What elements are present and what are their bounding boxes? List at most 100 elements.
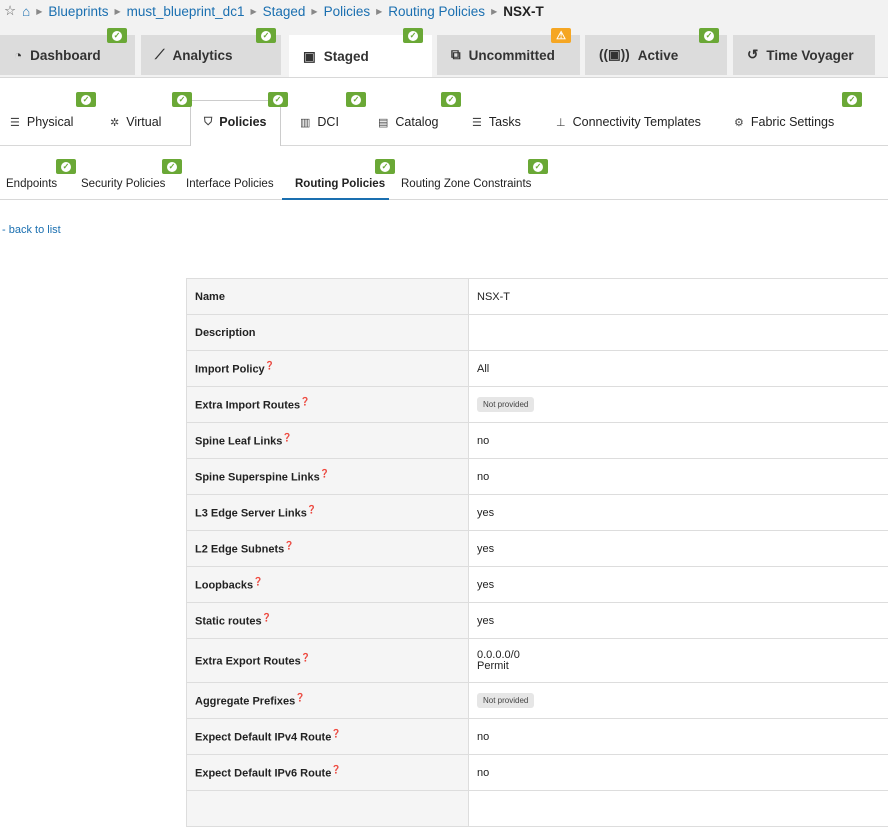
not-provided-badge: Not provided: [477, 693, 534, 708]
subtab-physical[interactable]: ☰Physical: [10, 115, 73, 129]
field-value: 0.0.0.0/0Permit: [469, 639, 888, 683]
field-value: no: [469, 459, 888, 495]
breadcrumb-staged[interactable]: Staged: [263, 4, 306, 19]
field-value: yes: [469, 567, 888, 603]
check-icon: ✓: [273, 95, 283, 105]
policy-tab-interface[interactable]: Interface Policies: [186, 178, 274, 190]
field-label-text: Import Policy: [195, 364, 265, 376]
sitemap-icon: ⊥: [556, 116, 566, 129]
help-icon[interactable]: ❓: [300, 397, 310, 406]
check-icon: ✓: [167, 162, 177, 172]
table-row: Aggregate Prefixes❓Not provided: [187, 683, 888, 719]
subtab-virtual[interactable]: ✲Virtual: [110, 115, 161, 129]
field-value-text: yes: [477, 543, 494, 555]
field-value: no: [469, 755, 888, 791]
field-value: Not provided: [469, 683, 888, 719]
home-icon[interactable]: ⌂: [22, 4, 30, 19]
field-value: NSX-T: [469, 279, 888, 315]
field-label-text: Spine Superspine Links: [195, 472, 320, 484]
help-icon[interactable]: ❓: [262, 613, 272, 622]
help-icon[interactable]: ❓: [301, 653, 311, 662]
subtab-fabric-settings[interactable]: ⚙ Fabric Settings: [734, 115, 834, 129]
table-row: Spine Leaf Links❓no: [187, 423, 888, 459]
table-row: Expect Default IPv4 Route❓ no: [187, 719, 888, 755]
chevron-right-icon: ▶: [376, 7, 382, 16]
status-ok-badge: ✓: [172, 92, 192, 107]
field-value: no: [469, 423, 888, 459]
field-value: Not provided: [469, 387, 888, 423]
subtab-catalog[interactable]: ▤ Catalog: [378, 115, 439, 129]
field-label: Expect Default IPv6 Route❓: [187, 755, 469, 791]
star-icon[interactable]: ☆: [4, 3, 16, 19]
check-icon: ✓: [351, 95, 361, 105]
field-value-action: Permit: [477, 660, 509, 672]
check-icon: ✓: [81, 95, 91, 105]
divider: [0, 77, 888, 78]
table-row: Loopbacks❓yes: [187, 567, 888, 603]
tab-time-voyager[interactable]: ↺Time Voyager: [733, 35, 875, 75]
subtab-connectivity-templates[interactable]: ⊥ Connectivity Templates: [556, 115, 701, 129]
help-icon[interactable]: ❓: [331, 729, 341, 738]
check-icon: ✓: [112, 31, 122, 41]
field-label: L3 Edge Server Links❓: [187, 495, 469, 531]
tab-label: Connectivity Templates: [573, 115, 701, 129]
tab-label: Policies: [219, 115, 266, 129]
field-label: Extra Import Routes❓: [187, 387, 469, 423]
file-lock-icon: ▣: [303, 49, 316, 65]
help-icon[interactable]: ❓: [320, 469, 330, 478]
status-ok-badge: ✓: [56, 159, 76, 174]
field-value: [469, 315, 888, 351]
back-link-label: back to list: [9, 224, 61, 236]
field-value-text: yes: [477, 579, 494, 591]
help-icon[interactable]: ❓: [295, 693, 305, 702]
breadcrumb: ☆ ⌂ ▶ Blueprints▶ must_blueprint_dc1▶ St…: [4, 3, 544, 19]
settings-icon: ⚙: [734, 116, 744, 129]
field-label-text: Name: [195, 291, 225, 303]
field-label-text: Expect Default IPv6 Route: [195, 768, 331, 780]
field-value: yes: [469, 531, 888, 567]
subtab-tasks[interactable]: ☰Tasks: [472, 115, 521, 129]
breadcrumb-policies[interactable]: Policies: [324, 4, 371, 19]
table-row: L2 Edge Subnets❓yes: [187, 531, 888, 567]
field-value: All: [469, 351, 888, 387]
diff-icon: ⧉: [451, 47, 461, 63]
policy-tab-security[interactable]: Security Policies: [81, 178, 165, 190]
help-icon[interactable]: ❓: [282, 433, 292, 442]
subtab-policies[interactable]: ⛉Policies: [204, 115, 267, 129]
policy-tab-endpoints[interactable]: Endpoints: [6, 178, 57, 190]
help-icon[interactable]: ❓: [265, 361, 275, 370]
check-icon: ✓: [533, 162, 543, 172]
divider: [0, 199, 888, 200]
help-icon[interactable]: ❓: [253, 577, 263, 586]
field-label-text: Extra Import Routes: [195, 400, 300, 412]
subtab-dci[interactable]: ▥DCI: [300, 115, 339, 129]
check-icon: ✓: [177, 95, 187, 105]
divider: [0, 145, 190, 146]
policy-tab-routing[interactable]: Routing Policies: [295, 178, 385, 190]
breadcrumb-blueprints[interactable]: Blueprints: [48, 4, 108, 19]
catalog-icon: ▤: [378, 116, 388, 129]
tab-label: Dashboard: [30, 48, 101, 63]
status-warning-badge: ⚠: [551, 28, 571, 43]
field-value-text: no: [477, 471, 489, 483]
help-icon[interactable]: ❓: [331, 765, 341, 774]
tab-label: Catalog: [395, 115, 438, 129]
back-to-list-link[interactable]: ‐ back to list: [2, 224, 61, 236]
breadcrumb-routing-policies[interactable]: Routing Policies: [388, 4, 485, 19]
field-value-text: NSX-T: [477, 291, 510, 303]
network-icon: ✲: [110, 116, 119, 129]
field-label: Spine Leaf Links❓: [187, 423, 469, 459]
status-ok-badge: ✓: [76, 92, 96, 107]
field-value-text: no: [477, 731, 489, 743]
tab-label: Analytics: [172, 48, 232, 63]
tab-label: Fabric Settings: [751, 115, 834, 129]
field-label: Name: [187, 279, 469, 315]
breadcrumb-blueprint[interactable]: must_blueprint_dc1: [127, 4, 245, 19]
table-row: Static routes❓yes: [187, 603, 888, 639]
help-icon[interactable]: ❓: [307, 505, 317, 514]
status-ok-badge: ✓: [842, 92, 862, 107]
check-icon: ✓: [261, 31, 271, 41]
field-label: Expect Default IPv4 Route❓: [187, 719, 469, 755]
help-icon[interactable]: ❓: [284, 541, 294, 550]
policy-tab-routing-zone-constraints[interactable]: Routing Zone Constraints: [401, 178, 531, 190]
